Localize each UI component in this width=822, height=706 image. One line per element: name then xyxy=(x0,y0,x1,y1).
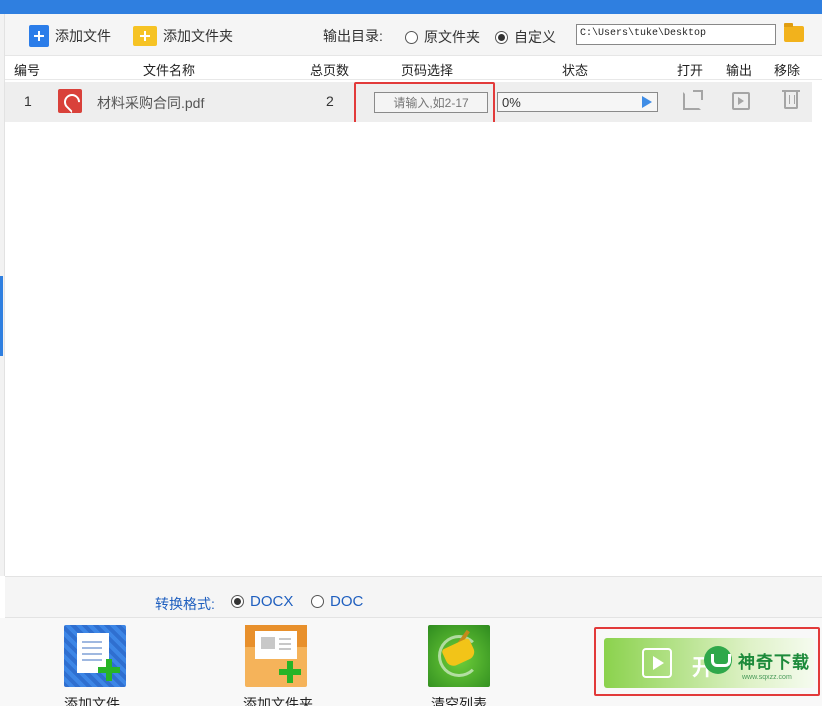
output-custom-label: 自定义 xyxy=(514,29,556,45)
plus-icon xyxy=(279,661,301,683)
big-add-file-button[interactable] xyxy=(64,625,126,687)
format-bar: 转换格式: DOCX DOC xyxy=(5,576,822,618)
add-folder-icon xyxy=(133,26,157,46)
clear-list-label: 清空列表 xyxy=(431,696,487,706)
col-page-select: 页码选择 xyxy=(401,63,454,78)
file-list-area xyxy=(5,122,822,576)
big-add-folder-button[interactable] xyxy=(245,625,307,687)
col-remove: 移除 xyxy=(774,63,801,78)
row-index: 1 xyxy=(24,93,32,109)
trash-icon[interactable] xyxy=(782,90,800,109)
window-title-strip xyxy=(0,0,822,14)
table-header: 编号 文件名称 总页数 页码选择 状态 打开 输出 移除 xyxy=(5,56,822,80)
progress-text: 0% xyxy=(502,95,521,110)
play-icon xyxy=(642,648,672,678)
col-name: 文件名称 xyxy=(143,63,196,78)
format-docx-radio[interactable]: DOCX xyxy=(231,593,293,610)
start-convert-button[interactable]: 开 神奇下载 www.sqxzz.com xyxy=(604,638,814,688)
watermark-name: 神奇下载 xyxy=(738,652,810,672)
output-export-icon[interactable] xyxy=(732,92,750,110)
big-add-folder-label: 添加文件夹 xyxy=(243,696,313,706)
col-status: 状态 xyxy=(562,63,589,78)
progress-bar: 0% xyxy=(497,92,658,112)
format-label: 转换格式: xyxy=(155,596,215,612)
sheet-icon xyxy=(255,631,297,659)
left-edge-marker xyxy=(0,276,3,356)
output-path-field[interactable]: C:\Users\tuke\Desktop xyxy=(576,24,776,45)
add-folder-button[interactable]: 添加文件夹 xyxy=(133,24,233,48)
radio-circle xyxy=(311,595,324,608)
row-filename: 材料采购合同.pdf xyxy=(97,95,205,111)
radio-circle xyxy=(405,30,418,44)
col-pages: 总页数 xyxy=(310,63,350,78)
table-row[interactable]: 1 材料采购合同.pdf 2 0% xyxy=(5,82,812,122)
add-file-button[interactable]: 添加文件 xyxy=(29,24,111,48)
col-index: 编号 xyxy=(14,63,41,78)
col-open: 打开 xyxy=(677,63,704,78)
toolbar: 添加文件 添加文件夹 输出目录: 原文件夹 自定义 C:\Users\tuke\… xyxy=(5,14,822,56)
radio-circle-selected xyxy=(495,30,508,44)
play-icon[interactable] xyxy=(642,96,652,108)
browse-folder-icon[interactable] xyxy=(784,23,804,42)
add-folder-label: 添加文件夹 xyxy=(163,28,233,44)
watermark: 神奇下载 xyxy=(704,646,810,674)
add-file-label: 添加文件 xyxy=(55,28,111,44)
output-source-label: 原文件夹 xyxy=(424,29,480,45)
output-custom-radio[interactable]: 自定义 xyxy=(495,27,556,47)
open-external-icon[interactable] xyxy=(683,90,703,110)
big-add-file-label: 添加文件 xyxy=(64,696,120,706)
radio-circle-selected xyxy=(231,595,244,608)
add-file-icon xyxy=(29,25,49,47)
page-range-input[interactable] xyxy=(374,92,488,113)
output-dir-label: 输出目录: xyxy=(323,28,383,44)
watermark-logo-icon xyxy=(704,646,732,674)
clear-list-button[interactable] xyxy=(428,625,490,687)
plus-icon xyxy=(98,659,120,681)
col-output: 输出 xyxy=(726,63,753,78)
format-doc-radio[interactable]: DOC xyxy=(311,593,363,610)
format-doc-label: DOC xyxy=(330,593,364,610)
start-highlight: 开 神奇下载 www.sqxzz.com xyxy=(594,627,820,696)
watermark-url: www.sqxzz.com xyxy=(742,674,792,681)
pdf-icon xyxy=(58,89,82,113)
output-source-radio[interactable]: 原文件夹 xyxy=(405,27,480,47)
format-docx-label: DOCX xyxy=(250,593,294,610)
row-pages: 2 xyxy=(326,93,334,109)
